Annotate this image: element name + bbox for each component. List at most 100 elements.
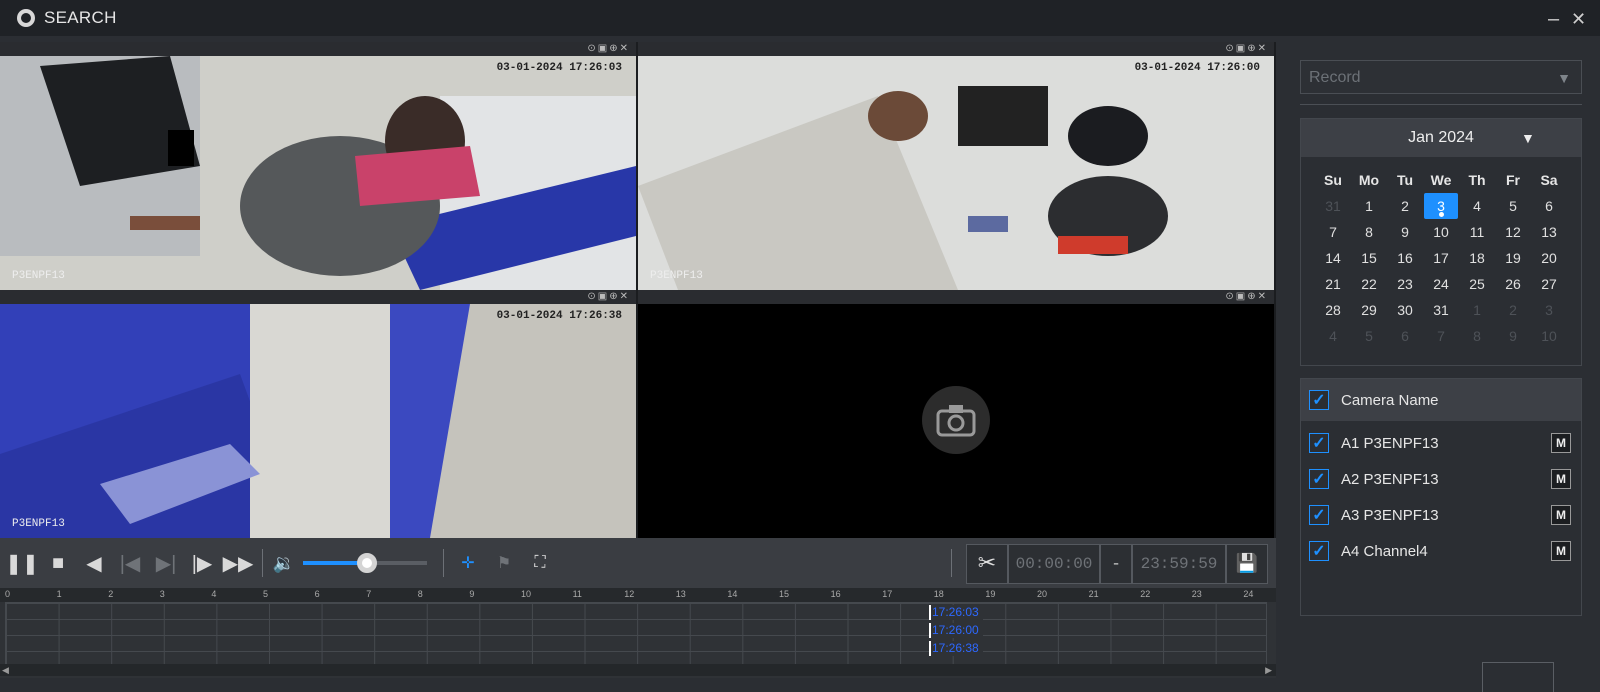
camera-m-button[interactable]: M: [1551, 469, 1571, 489]
video-pane-3[interactable]: ⊙▣⊕✕ 03-01-2024 17:26:38 P3ENPF13: [0, 290, 636, 538]
record-type-select[interactable]: Record ▼: [1300, 60, 1582, 94]
calendar-day[interactable]: 5: [1495, 193, 1531, 219]
clip-start-time[interactable]: 00:00:00: [1008, 544, 1100, 584]
calendar-day[interactable]: 26: [1495, 271, 1531, 297]
timeline[interactable]: 0 1 2 3 4 5 6 7 8 9 10 11 12 13 14 15 16 17 18 19 20 21 22 23 24…: [0, 588, 1276, 678]
calendar-day[interactable]: 21: [1315, 271, 1351, 297]
calendar-header[interactable]: Jan 2024 ▼: [1301, 119, 1581, 157]
chevron-down-icon[interactable]: ▼: [1521, 130, 1535, 146]
calendar-day[interactable]: 2: [1495, 297, 1531, 323]
calendar-day[interactable]: 31: [1423, 297, 1459, 323]
timeline-mark[interactable]: 17:26:38: [929, 641, 983, 656]
video-pane-2[interactable]: ⊙▣⊕✕ 03-01-2024 17:26:00 P3ENPF13: [638, 42, 1274, 290]
calendar-day[interactable]: 9: [1387, 219, 1423, 245]
calendar-day[interactable]: 13: [1531, 219, 1567, 245]
fullscreen-icon[interactable]: ⛶: [522, 545, 558, 581]
camera-row[interactable]: ✓ A4 Channel4 M: [1301, 533, 1581, 569]
calendar-day[interactable]: 1: [1351, 193, 1387, 219]
calendar-day[interactable]: 27: [1531, 271, 1567, 297]
list-view-button[interactable]: [1482, 662, 1554, 692]
minimize-button[interactable]: –: [1548, 8, 1559, 31]
timeline-tracks[interactable]: [5, 602, 1267, 666]
scroll-right-icon[interactable]: ▶: [1265, 665, 1272, 676]
clip-scissors-button[interactable]: ✂: [966, 544, 1008, 584]
calendar-day[interactable]: 7: [1315, 219, 1351, 245]
hour-tick-label: 10: [521, 589, 532, 599]
calendar-day[interactable]: 3: [1531, 297, 1567, 323]
tag-icon[interactable]: ⚑: [486, 545, 522, 581]
camera-row[interactable]: ✓ A3 P3ENPF13 M: [1301, 497, 1581, 533]
previous-frame-button[interactable]: |◀: [112, 545, 148, 581]
slow-play-button[interactable]: |▶: [184, 545, 220, 581]
stop-button[interactable]: ■: [40, 545, 76, 581]
calendar-day[interactable]: 6: [1387, 323, 1423, 349]
smart-search-icon[interactable]: ✛: [450, 545, 486, 581]
camera-row[interactable]: ✓ A1 P3ENPF13 M: [1301, 425, 1581, 461]
pane-toolbar[interactable]: ⊙▣⊕✕: [638, 42, 1274, 56]
camera-checkbox[interactable]: ✓: [1309, 433, 1329, 453]
calendar-day[interactable]: 6: [1531, 193, 1567, 219]
calendar-day[interactable]: 29: [1351, 297, 1387, 323]
volume-handle[interactable]: [357, 553, 378, 573]
pane-toolbar[interactable]: ⊙▣⊕✕: [638, 290, 1274, 304]
pause-button[interactable]: ❚❚: [4, 545, 40, 581]
calendar-day[interactable]: 8: [1459, 323, 1495, 349]
calendar-day[interactable]: 20: [1531, 245, 1567, 271]
calendar-day[interactable]: 17: [1423, 245, 1459, 271]
hour-tick-label: 24: [1243, 589, 1254, 599]
scroll-left-icon[interactable]: ◀: [2, 665, 9, 676]
camera-m-button[interactable]: M: [1551, 541, 1571, 561]
camera-checkbox[interactable]: ✓: [1309, 505, 1329, 525]
weekday-label: We: [1430, 172, 1452, 188]
calendar-day[interactable]: 11: [1459, 219, 1495, 245]
calendar-day[interactable]: 1: [1459, 297, 1495, 323]
select-all-checkbox[interactable]: ✓: [1309, 390, 1329, 410]
calendar-day[interactable]: 12: [1495, 219, 1531, 245]
calendar-day[interactable]: 10: [1531, 323, 1567, 349]
fast-forward-button[interactable]: ▶▶: [220, 545, 256, 581]
camera-checkbox[interactable]: ✓: [1309, 541, 1329, 561]
close-button[interactable]: ✕: [1571, 9, 1586, 30]
timeline-mark[interactable]: 17:26:00: [929, 623, 983, 638]
camera-row[interactable]: ✓ A2 P3ENPF13 M: [1301, 461, 1581, 497]
calendar-day[interactable]: 18: [1459, 245, 1495, 271]
calendar-day[interactable]: 4: [1315, 323, 1351, 349]
camera-checkbox[interactable]: ✓: [1309, 469, 1329, 489]
clip-end-time[interactable]: 23:59:59: [1132, 544, 1226, 584]
reverse-play-button[interactable]: ◀: [76, 545, 112, 581]
calendar-day[interactable]: 14: [1315, 245, 1351, 271]
timeline-scrollbar[interactable]: ◀ ▶: [0, 664, 1276, 676]
calendar-day[interactable]: 9: [1495, 323, 1531, 349]
next-frame-button[interactable]: ▶|: [148, 545, 184, 581]
timeline-mark[interactable]: 17:26:03: [929, 605, 983, 620]
pane-timestamp: 03-01-2024 17:26:38: [496, 310, 622, 322]
calendar-day[interactable]: 10: [1423, 219, 1459, 245]
save-clip-icon[interactable]: 💾: [1226, 544, 1268, 584]
calendar-day[interactable]: 28: [1315, 297, 1351, 323]
video-pane-4[interactable]: ⊙▣⊕✕: [638, 290, 1274, 538]
calendar-day[interactable]: 8: [1351, 219, 1387, 245]
calendar-day[interactable]: 19: [1495, 245, 1531, 271]
video-pane-1[interactable]: ⊙▣⊕✕ 03-01-2024 17:26:03 P3ENPF13: [0, 42, 636, 290]
hour-tick-label: 2: [108, 589, 114, 599]
volume-slider[interactable]: [303, 553, 427, 573]
calendar-day[interactable]: 22: [1351, 271, 1387, 297]
calendar-day-selected[interactable]: 3: [1424, 193, 1458, 219]
calendar-day[interactable]: 16: [1387, 245, 1423, 271]
calendar-day[interactable]: 31: [1315, 193, 1351, 219]
pane-toolbar[interactable]: ⊙▣⊕✕: [0, 290, 636, 304]
camera-list-title: Camera Name: [1341, 391, 1439, 409]
calendar-day[interactable]: 30: [1387, 297, 1423, 323]
camera-m-button[interactable]: M: [1551, 433, 1571, 453]
volume-icon[interactable]: 🔉: [269, 545, 299, 581]
calendar-day[interactable]: 2: [1387, 193, 1423, 219]
calendar-day[interactable]: 25: [1459, 271, 1495, 297]
pane-toolbar[interactable]: ⊙▣⊕✕: [0, 42, 636, 56]
calendar-day[interactable]: 7: [1423, 323, 1459, 349]
camera-m-button[interactable]: M: [1551, 505, 1571, 525]
calendar-day[interactable]: 23: [1387, 271, 1423, 297]
calendar-day[interactable]: 5: [1351, 323, 1387, 349]
calendar-day[interactable]: 4: [1459, 193, 1495, 219]
calendar-day[interactable]: 15: [1351, 245, 1387, 271]
calendar-day[interactable]: 24: [1423, 271, 1459, 297]
